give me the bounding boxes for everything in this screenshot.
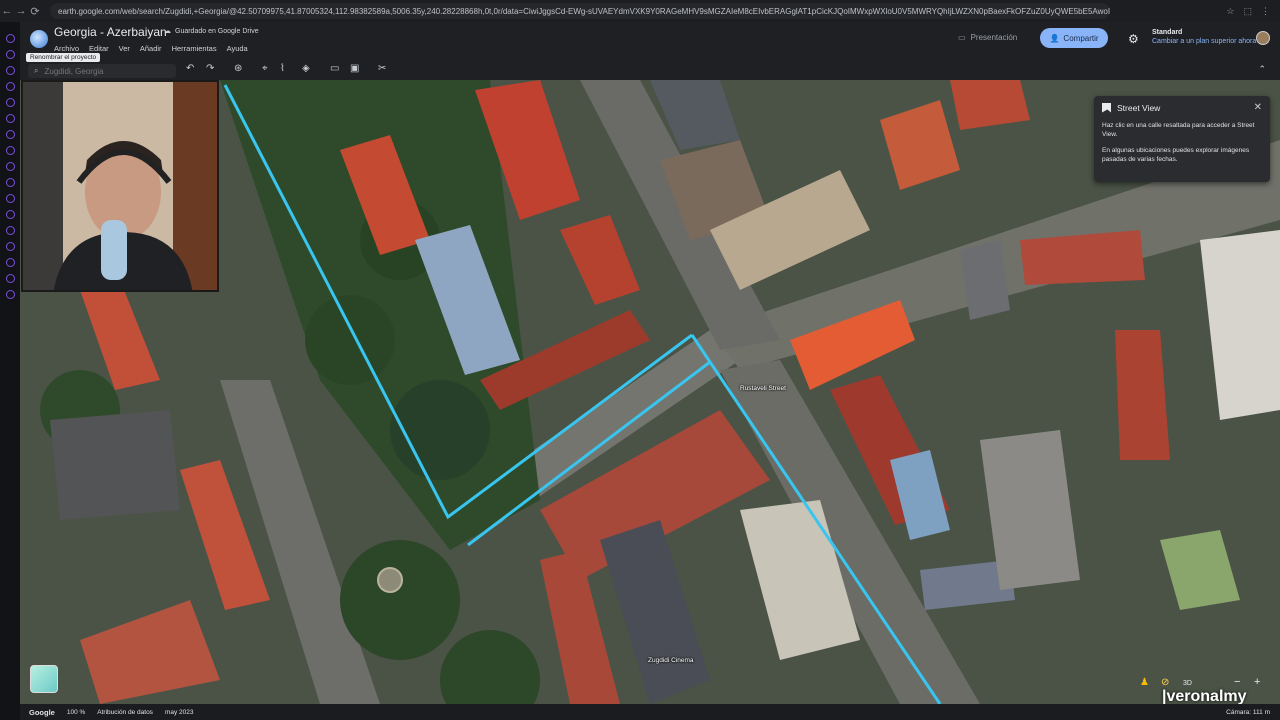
menu-ver[interactable]: Ver: [119, 44, 130, 53]
extensions-icon[interactable]: ⬚: [1243, 6, 1252, 17]
extension-icon[interactable]: [5, 66, 15, 75]
extension-icon[interactable]: [5, 34, 15, 43]
path-icon[interactable]: ⌇: [280, 63, 285, 74]
street-view-panel: Street View ✕ Haz clic en una calle resa…: [1094, 96, 1270, 182]
extension-icon[interactable]: [5, 258, 15, 267]
pegman-icon[interactable]: ♟: [1140, 677, 1149, 688]
map-style-button[interactable]: [30, 665, 58, 693]
zoom-level: 100 %: [66, 708, 86, 716]
extension-icon[interactable]: [5, 146, 15, 155]
toggle-3d-button[interactable]: 3D: [1183, 680, 1192, 687]
map-toolbar: ⌕ ↶ ↷ ⊛ ⌖ ⌇ ◈ ▭ ▣ ✂ ⌃: [20, 62, 1280, 80]
layers-search-icon[interactable]: ⊛: [234, 63, 242, 74]
gear-icon[interactable]: ⚙: [1128, 32, 1139, 46]
placemark-icon[interactable]: ⌖: [262, 63, 268, 74]
plan-title: Standard: [1152, 29, 1183, 36]
menu-bar: Archivo Editar Ver Añadir Herramientas A…: [54, 44, 248, 53]
redo-icon[interactable]: ↷: [206, 63, 214, 74]
project-title[interactable]: Georgia - Azerbaiyan: [54, 25, 167, 39]
menu-herramientas[interactable]: Herramientas: [172, 44, 217, 53]
imagery-date: may 2023: [164, 708, 194, 716]
map-label-street[interactable]: Rustaveli Street: [740, 385, 786, 392]
extension-icon[interactable]: [5, 50, 15, 59]
extension-sidebar: [0, 22, 20, 720]
street-view-icon: [1102, 102, 1111, 113]
fountain: [377, 567, 403, 593]
present-label: Presentación: [970, 33, 1018, 42]
tree-cluster: [305, 295, 395, 385]
search-box[interactable]: ⌕: [28, 64, 176, 78]
forward-icon[interactable]: →: [14, 5, 28, 17]
avatar[interactable]: [1256, 31, 1270, 45]
tree-cluster: [340, 540, 460, 660]
extension-icon[interactable]: [5, 114, 15, 123]
present-icon: ▭: [958, 33, 966, 42]
url-text: earth.google.com/web/search/Zugdidi,+Geo…: [58, 6, 1110, 16]
webcam-feed: [23, 82, 217, 290]
menu-editar[interactable]: Editar: [89, 44, 109, 53]
layer-stack-icon[interactable]: ◈: [302, 63, 310, 74]
search-input[interactable]: [44, 66, 155, 76]
extension-icon[interactable]: [5, 98, 15, 107]
chevron-up-icon[interactable]: ⌃: [1258, 64, 1266, 75]
extension-icon[interactable]: [5, 290, 15, 299]
extension-icon[interactable]: [5, 82, 15, 91]
image-icon[interactable]: ▣: [350, 63, 359, 74]
search-icon: ⌕: [34, 66, 39, 75]
extension-icon[interactable]: [5, 226, 15, 235]
extension-icon[interactable]: [5, 162, 15, 171]
street-view-text: En algunas ubicaciones puedes explorar i…: [1102, 146, 1250, 164]
google-brand: Google: [29, 707, 55, 717]
zoom-in-button[interactable]: +: [1254, 676, 1260, 688]
share-button[interactable]: 👤 Compartir: [1040, 28, 1108, 48]
drive-status-text: Guardado en Google Drive: [175, 27, 259, 35]
upgrade-link[interactable]: Cambiar a un plan superior ahora: [1152, 38, 1256, 45]
back-icon[interactable]: ←: [0, 5, 14, 17]
extension-icon[interactable]: [5, 178, 15, 187]
camera-altitude: Cámara: 111 m: [1226, 708, 1270, 716]
zoom-out-button[interactable]: −: [1234, 676, 1240, 688]
menu-archivo[interactable]: Archivo: [54, 44, 79, 53]
map-label-poi[interactable]: Zugdidi Cinema: [648, 657, 694, 664]
undo-icon[interactable]: ↶: [186, 63, 194, 74]
extension-icon[interactable]: [5, 130, 15, 139]
data-attribution-link[interactable]: Atribución de datos: [97, 709, 153, 716]
extension-icon[interactable]: [5, 210, 15, 219]
browser-toolbar: ← → ⟳ earth.google.com/web/search/Zugdid…: [0, 0, 1280, 22]
status-bar: Google 100 % Atribución de datos may 202…: [20, 704, 1280, 720]
present-button[interactable]: ▭ Presentación: [958, 33, 1017, 42]
cloud-icon: ☁: [164, 28, 171, 35]
tree-cluster: [390, 380, 490, 480]
street-view-text: Haz clic en una calle resaltada para acc…: [1102, 122, 1255, 139]
building-roof: [50, 410, 180, 520]
webcam-overlay: [21, 80, 219, 292]
app-header: Georgia - Azerbaiyan ☁ Guardado en Googl…: [20, 22, 1280, 62]
address-bar[interactable]: earth.google.com/web/search/Zugdidi,+Geo…: [50, 3, 1110, 19]
measure-distance-icon[interactable]: ✂: [378, 63, 386, 74]
street-view-header: Street View ✕: [1102, 102, 1262, 113]
street-view-title: Street View: [1117, 102, 1161, 113]
menu-ayuda[interactable]: Ayuda: [227, 44, 248, 53]
compass-icon[interactable]: ⊘: [1161, 677, 1169, 688]
add-person-icon: 👤: [1049, 33, 1060, 43]
rename-tooltip: Renombrar el proyecto: [26, 53, 101, 62]
drive-save-status: ☁ Guardado en Google Drive: [164, 27, 259, 36]
share-label: Compartir: [1063, 33, 1099, 43]
menu-icon[interactable]: ⋮: [1261, 6, 1270, 17]
extension-icon[interactable]: [5, 242, 15, 251]
extension-icon[interactable]: [5, 274, 15, 283]
browser-actions: ☆ ⬚ ⋮: [1226, 6, 1280, 17]
measure-ruler-icon[interactable]: ▭: [330, 63, 339, 74]
menu-anadir[interactable]: Añadir: [140, 44, 162, 53]
reload-icon[interactable]: ⟳: [28, 5, 42, 18]
close-icon[interactable]: ✕: [1254, 102, 1262, 113]
extension-icon[interactable]: [5, 194, 15, 203]
google-earth-logo[interactable]: [30, 30, 48, 48]
bookmark-icon[interactable]: ☆: [1226, 6, 1234, 17]
plan-info[interactable]: Standard Cambiar a un plan superior ahor…: [1152, 29, 1256, 45]
